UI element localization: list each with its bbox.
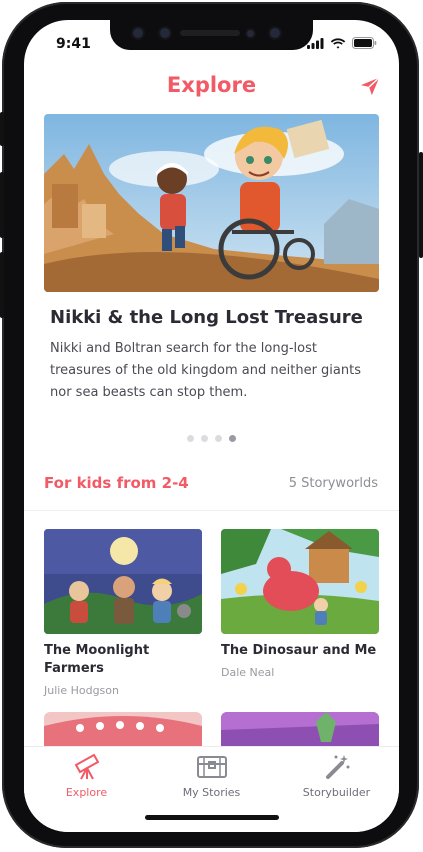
page-dot[interactable]	[201, 435, 208, 442]
featured-story-description: Nikki and Boltran search for the long-lo…	[50, 341, 361, 400]
section-title: For kids from 2-4	[44, 474, 189, 492]
volume-up-button	[0, 172, 4, 238]
chest-icon	[196, 756, 227, 778]
tab-storybuilder[interactable]: Storybuilder	[274, 751, 399, 799]
app-header: Explore	[24, 70, 399, 102]
magic-wand-icon	[325, 755, 349, 779]
featured-illustration	[44, 114, 379, 292]
page-dot-active[interactable]	[229, 435, 236, 442]
story-card[interactable]: The Dinosaur and Me Dale Neal	[221, 529, 379, 679]
story-card[interactable]: The Moonlight Farmers Julie Hodgson	[44, 529, 202, 697]
tab-label: Explore	[65, 786, 108, 799]
device-notch	[110, 20, 313, 50]
story-thumbnail[interactable]	[44, 529, 202, 634]
mute-switch	[0, 112, 4, 146]
story-author: Dale Neal	[221, 666, 275, 679]
home-indicator[interactable]	[145, 815, 279, 820]
tab-label: Storybuilder	[302, 786, 371, 799]
divider	[24, 510, 399, 511]
story-thumbnail[interactable]	[221, 529, 379, 634]
send-icon[interactable]	[359, 75, 381, 97]
featured-story-title[interactable]: Nikki & the Long Lost Treasure	[50, 307, 363, 328]
tab-explore[interactable]: Explore	[24, 751, 149, 799]
sensor-icon	[247, 30, 254, 37]
camera-icon	[270, 28, 280, 38]
page-dot[interactable]	[215, 435, 222, 442]
tab-label: My Stories	[182, 786, 241, 799]
section-count[interactable]: 5 Storyworlds	[289, 476, 378, 491]
volume-down-button	[0, 252, 4, 318]
page-dot[interactable]	[187, 435, 194, 442]
battery-icon	[352, 37, 377, 49]
dinosaur-and-me-illustration	[221, 529, 379, 634]
story-author: Julie Hodgson	[44, 684, 119, 697]
wifi-icon	[330, 37, 346, 49]
story-title[interactable]: The Dinosaur and Me	[221, 642, 379, 660]
status-icons	[307, 37, 377, 49]
page-title: Explore	[166, 73, 257, 97]
tab-my-stories[interactable]: My Stories	[149, 751, 274, 799]
app-screen: 9:41 Explore Nikki & the Long Lost Treas…	[24, 20, 399, 832]
moonlight-farmers-illustration	[44, 529, 202, 634]
status-time: 9:41	[56, 36, 91, 52]
camera-icon	[160, 28, 170, 38]
carousel-page-dots[interactable]	[187, 435, 236, 442]
speaker-grille	[180, 30, 240, 36]
power-button	[419, 152, 423, 258]
telescope-icon	[74, 753, 99, 780]
camera-icon	[133, 28, 143, 38]
featured-story-image[interactable]	[44, 114, 379, 292]
story-title[interactable]: The Moonlight Farmers	[44, 642, 202, 678]
